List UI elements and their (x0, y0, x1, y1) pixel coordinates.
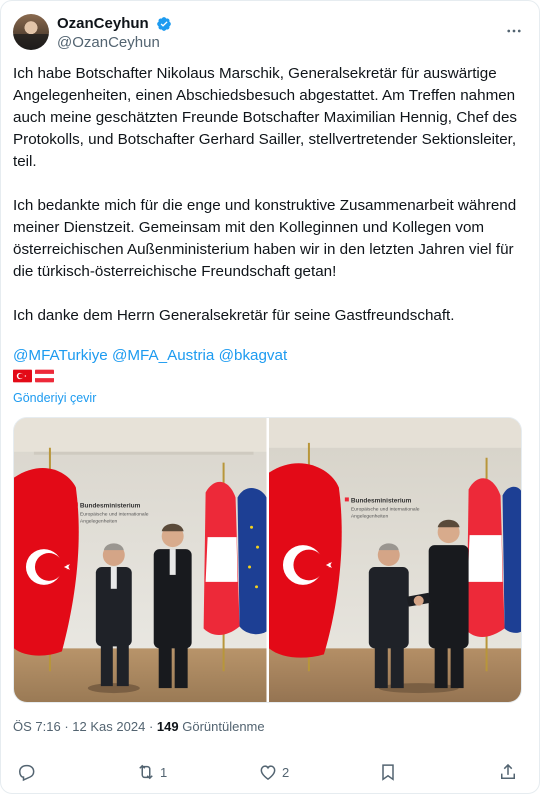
reply-button[interactable] (16, 760, 40, 784)
translate-link[interactable]: Gönderiyi çevir (13, 391, 96, 405)
turkey-flag-icon (13, 369, 32, 383)
retweet-icon (139, 764, 153, 780)
like-count: 2 (282, 764, 290, 780)
tweet-card: OzanCeyhun @OzanCeyhun Ich habe Botschaf… (0, 0, 540, 794)
photo-right[interactable]: Bundesministerium Europäische und intern… (268, 418, 522, 702)
tweet-text: Ich habe Botschafter Nikolaus Marschik, … (13, 63, 529, 327)
display-name[interactable]: OzanCeyhun (57, 15, 149, 33)
mention-link[interactable]: @MFATurkiye (13, 347, 108, 364)
wall-sign-line: Europäische und internationale (350, 506, 419, 512)
action-bar: 1 2 (1, 760, 540, 784)
retweet-count: 1 (160, 764, 168, 780)
photo-left[interactable]: Bundesministerium Europäische und intern… (14, 418, 267, 702)
tweet-paragraph: Ich habe Botschafter Nikolaus Marschik, … (13, 65, 517, 170)
like-icon (260, 765, 276, 780)
avatar[interactable] (13, 14, 49, 50)
views-count: 149 (156, 719, 179, 734)
wall-sign-line: Angelegenheiten (80, 518, 118, 524)
austria-flag-icon (35, 369, 54, 383)
tweet-time[interactable]: ÖS 7:16 (13, 719, 61, 734)
tweet-meta: ÖS 7:16 · 12 Kas 2024 · 149 Görüntülenme (13, 719, 265, 734)
verified-badge-icon (157, 17, 171, 31)
wall-sign-line: Europäische und internationale (80, 511, 149, 517)
mention-link[interactable]: @bkagvat (219, 347, 288, 364)
tweet-paragraph: Ich danke dem Herrn Generalsekretär für … (13, 307, 455, 324)
share-button[interactable] (498, 760, 518, 784)
tweet-paragraph: Ich bedankte mich für die enge und konst… (13, 197, 517, 280)
author-names: OzanCeyhun @OzanCeyhun (57, 15, 172, 52)
bookmark-icon (382, 764, 394, 781)
more-icon[interactable] (503, 20, 525, 42)
share-icon (501, 763, 515, 779)
wall-sign-line: Angelegenheiten (350, 513, 388, 519)
meta-separator: · (148, 719, 154, 734)
wall-sign-line: Bundesministerium (80, 502, 141, 509)
mentions: @MFATurkiye @MFA_Austria @bkagvat (13, 345, 287, 367)
views-label: Görüntülenme (182, 719, 265, 734)
retweet-button[interactable]: 1 (136, 760, 167, 784)
wall-sign-line: Bundesministerium (350, 497, 411, 504)
tweet-header: OzanCeyhun @OzanCeyhun (13, 14, 529, 54)
reply-icon (18, 764, 35, 782)
like-button[interactable]: 2 (258, 760, 289, 784)
bookmark-button[interactable] (378, 760, 398, 784)
flag-emojis (13, 369, 54, 385)
media-grid: Bundesministerium Europäische und intern… (13, 417, 522, 703)
tweet-date[interactable]: 12 Kas 2024 (72, 719, 145, 734)
meta-separator: · (64, 719, 69, 734)
handle[interactable]: @OzanCeyhun (57, 34, 172, 52)
mention-link[interactable]: @MFA_Austria (112, 347, 214, 364)
